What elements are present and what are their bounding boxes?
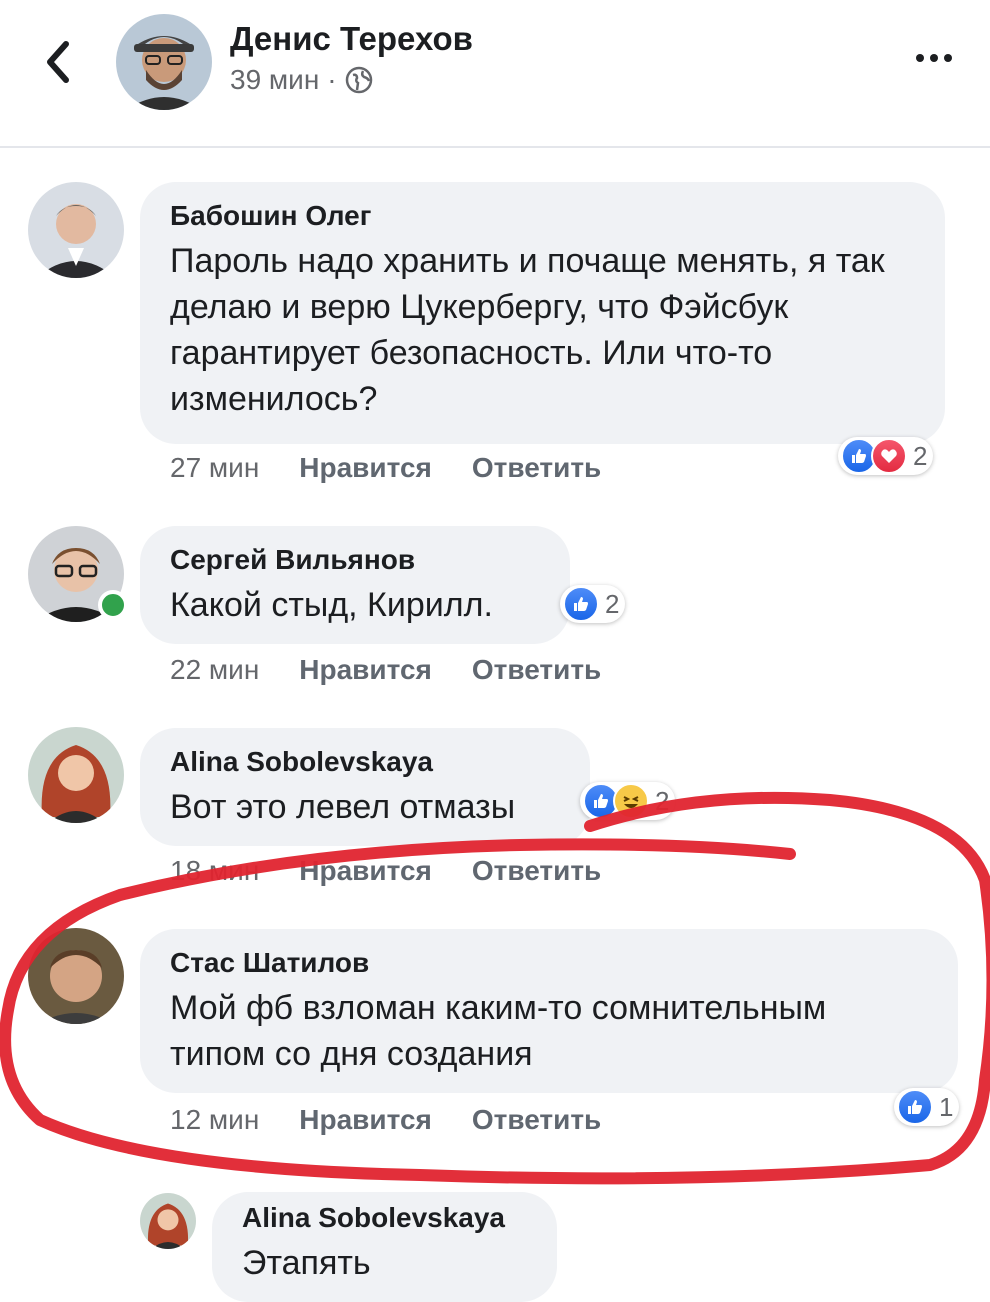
like-reaction-icon [897,1089,933,1125]
like-button[interactable]: Нравится [299,654,432,686]
reaction-count: 2 [913,440,928,471]
comment-bubble: Бабошин Олег Пароль надо хранить и почащ… [140,182,945,444]
comment-time[interactable]: 27 мин [170,452,259,484]
comment-time[interactable]: 12 мин [170,1104,259,1136]
comment-author[interactable]: Сергей Вильянов [170,544,540,576]
comment-bubble: Сергей Вильянов Какой стыд, Кирилл. [140,526,570,644]
reply-button[interactable]: Ответить [472,654,601,686]
online-status-indicator [98,590,128,620]
reply-author-avatar[interactable] [140,1193,196,1249]
comment-actions: 12 мин Нравится Ответить [170,1104,601,1136]
post-meta: 39 мин · [230,64,373,96]
like-button[interactable]: Нравится [299,855,432,887]
reply-bubble: Alina Sobolevskaya Этапять [212,1192,557,1302]
reaction-count: 2 [605,588,620,619]
comment-text: Пароль надо хранить и почаще менять, я т… [170,242,885,418]
comment-text: Вот это левел отмазы [170,788,516,826]
comment-text: Какой стыд, Кирилл. [170,586,493,624]
reaction-count: 1 [939,1091,954,1122]
more-dot-icon [944,54,952,62]
comment-text: Мой фб взломан каким-то сомнительным тип… [170,989,827,1073]
comment-actions: 22 мин Нравится Ответить [170,654,601,686]
chevron-left-icon [47,41,69,83]
haha-reaction-icon [613,783,649,819]
love-reaction-icon [871,438,907,474]
commenter-avatar[interactable] [28,727,124,823]
comment-author[interactable]: Стас Шатилов [170,947,928,979]
reply-button[interactable]: Ответить [472,855,601,887]
post-header: Денис Терехов 39 мин · [0,0,990,148]
reaction-count: 2 [655,785,670,816]
reply-author[interactable]: Alina Sobolevskaya [242,1202,527,1234]
more-options-button[interactable] [916,54,952,62]
comment-author[interactable]: Бабошин Олег [170,200,915,232]
post-time[interactable]: 39 мин [230,64,319,96]
commenter-avatar[interactable] [28,182,124,278]
reaction-summary[interactable]: 2 [838,437,934,475]
reply-button[interactable]: Ответить [472,452,601,484]
comment-bubble: Alina Sobolevskaya Вот это левел отмазы [140,728,590,846]
globe-icon [345,66,372,94]
comment-time[interactable]: 18 мин [170,855,259,887]
back-button[interactable] [38,40,78,84]
reply-button[interactable]: Ответить [472,1104,601,1136]
like-button[interactable]: Нравится [299,1104,432,1136]
comment-actions: 18 мин Нравится Ответить [170,855,601,887]
comment-author[interactable]: Alina Sobolevskaya [170,746,560,778]
like-reaction-icon [563,586,599,622]
reaction-summary[interactable]: 1 [894,1088,960,1126]
meta-separator: · [327,64,337,95]
more-dot-icon [930,54,938,62]
post-author-name[interactable]: Денис Терехов [230,20,473,58]
more-dot-icon [916,54,924,62]
comment-time[interactable]: 22 мин [170,654,259,686]
reaction-summary[interactable]: 2 [560,585,626,623]
post-author-avatar[interactable] [116,14,212,110]
comment-actions: 27 мин Нравится Ответить [170,452,601,484]
like-button[interactable]: Нравится [299,452,432,484]
commenter-avatar[interactable] [28,928,124,1024]
reply-text: Этапять [242,1244,371,1282]
comment-bubble: Стас Шатилов Мой фб взломан каким-то сом… [140,929,958,1093]
reaction-summary[interactable]: 2 [580,782,676,820]
